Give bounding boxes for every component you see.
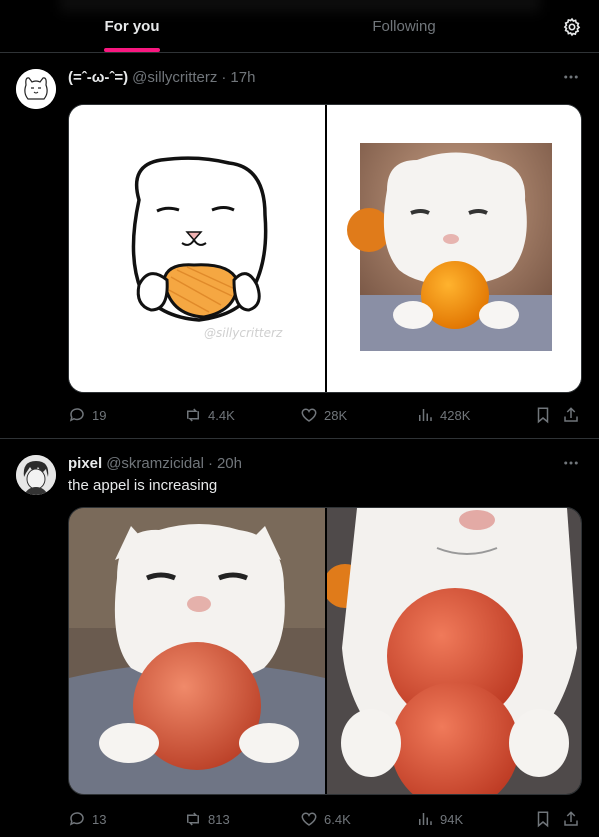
watermark-text: @sillycritterz — [204, 326, 283, 340]
bookmark-icon — [537, 407, 549, 424]
tweet-actions: 19 4.4K 28K 428K — [68, 405, 582, 425]
heart-icon — [301, 812, 317, 826]
views-icon — [419, 813, 432, 825]
heart-icon — [301, 408, 317, 422]
views-button[interactable]: 428K — [416, 405, 470, 425]
like-button[interactable]: 6.4K — [300, 809, 351, 829]
timestamp[interactable]: 17h — [230, 69, 255, 86]
tweet-text: the appel is increasing — [68, 477, 218, 494]
repost-icon — [187, 408, 199, 422]
avatar-drawing — [16, 455, 56, 495]
user-handle[interactable]: @sillycritterz — [132, 69, 217, 86]
bookmark-button[interactable] — [534, 809, 552, 829]
media-image-left[interactable]: @sillycritterz — [69, 105, 325, 392]
reply-count: 13 — [92, 811, 107, 827]
gear-icon — [563, 17, 581, 37]
cat-two-apples-photo — [327, 508, 581, 794]
avatar[interactable] — [16, 455, 56, 495]
more-button[interactable] — [560, 67, 582, 87]
tab-following-label: Following — [372, 18, 436, 35]
cat-apple-photo — [69, 508, 325, 794]
bookmark-icon — [537, 811, 549, 828]
views-icon — [419, 409, 432, 421]
reply-icon — [69, 408, 84, 422]
media-image-right[interactable] — [327, 508, 581, 794]
views-count: 94K — [440, 811, 464, 827]
more-button[interactable] — [560, 453, 582, 473]
display-name[interactable]: pixel — [68, 455, 102, 472]
views-count: 428K — [440, 407, 471, 423]
media-grid — [68, 507, 582, 795]
cat-drawing-image: @sillycritterz — [69, 105, 325, 392]
repost-count: 4.4K — [208, 407, 235, 423]
tab-for-you[interactable]: For you — [0, 0, 264, 53]
tweet[interactable]: pixel @skramzicidal · 20h the appel is i… — [0, 439, 599, 837]
media-image-right[interactable] — [327, 105, 581, 392]
separator-dot: · — [221, 69, 227, 86]
repost-button[interactable]: 813 — [184, 809, 230, 829]
media-grid: @sillycritterz — [68, 104, 582, 393]
cat-orange-photo — [327, 105, 581, 392]
bookmark-button[interactable] — [534, 405, 552, 425]
like-button[interactable]: 28K — [300, 405, 347, 425]
share-button[interactable] — [562, 405, 580, 425]
timeline-header: For you Following — [0, 0, 599, 53]
like-count: 6.4K — [324, 811, 351, 827]
like-count: 28K — [324, 407, 348, 423]
tweet-meta: (=ˆ-ω-ˆ=) @sillycritterz · 17h — [68, 69, 255, 86]
repost-icon — [187, 812, 199, 826]
display-name[interactable]: (=ˆ-ω-ˆ=) — [68, 69, 128, 86]
repost-count: 813 — [208, 811, 230, 827]
timestamp[interactable]: 20h — [217, 455, 242, 472]
share-icon — [564, 407, 578, 422]
more-icon — [564, 75, 578, 79]
more-icon — [564, 461, 578, 465]
share-button[interactable] — [562, 809, 580, 829]
media-image-left[interactable] — [69, 508, 325, 794]
separator-dot: · — [207, 455, 213, 472]
active-tab-indicator — [104, 48, 160, 52]
tab-for-you-label: For you — [104, 18, 160, 35]
reply-button[interactable]: 19 — [68, 405, 106, 425]
settings-button[interactable] — [558, 13, 586, 41]
repost-button[interactable]: 4.4K — [184, 405, 235, 425]
share-icon — [564, 811, 578, 826]
reply-icon — [69, 812, 84, 826]
reply-button[interactable]: 13 — [68, 809, 106, 829]
tweet-actions: 13 813 6.4K 94K — [68, 809, 582, 829]
avatar[interactable] — [16, 69, 56, 109]
tweet-meta: pixel @skramzicidal · 20h — [68, 455, 242, 472]
tweet[interactable]: (=ˆ-ω-ˆ=) @sillycritterz · 17h @sillycri… — [0, 53, 599, 439]
reply-count: 19 — [92, 407, 107, 423]
user-handle[interactable]: @skramzicidal — [106, 455, 204, 472]
views-button[interactable]: 94K — [416, 809, 463, 829]
tab-following[interactable]: Following — [264, 0, 544, 53]
avatar-drawing — [16, 69, 56, 109]
